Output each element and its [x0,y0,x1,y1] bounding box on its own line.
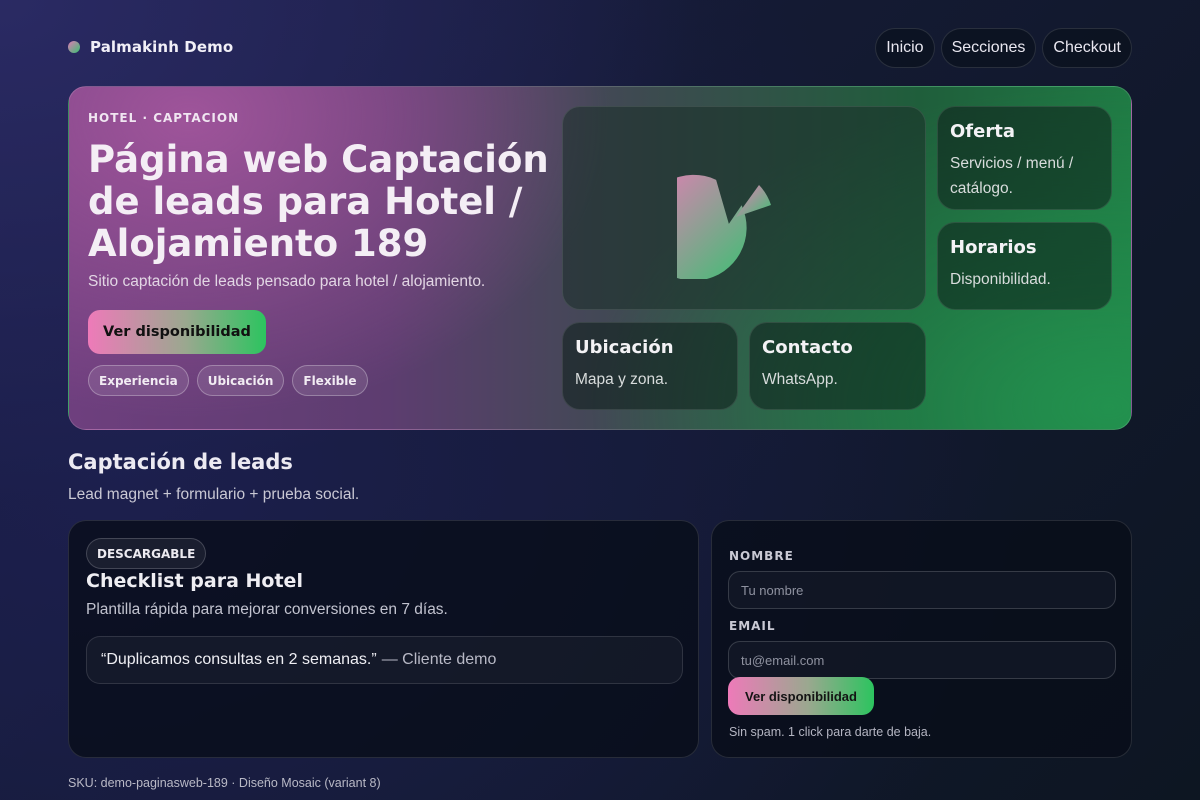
testimonial-quote: “Duplicamos consultas en 2 semanas.” — C… [86,636,683,684]
hero-subtitle: Sitio captación de leads pensado para ho… [88,273,486,290]
pie-logo-icon [677,174,771,279]
hero-media-tile [562,106,926,310]
quote-author: — Cliente demo [381,651,497,668]
hero-cta-button[interactable]: Ver disponibilidad [88,310,266,354]
tag-ubicacion: Ubicación [196,365,285,396]
nav-checkout[interactable]: Checkout [1042,28,1132,68]
lead-magnet-card: DESCARGABLE Checklist para Hotel Plantil… [68,520,699,758]
form-submit-button[interactable]: Ver disponibilidad [728,677,874,715]
tile-ubicacion-text: Mapa y zona. [575,371,669,388]
brand-name: Palmakinh Demo [90,38,234,56]
tag-experiencia: Experiencia [88,365,189,396]
downloadable-badge: DESCARGABLE [86,538,207,569]
tile-contacto-text: WhatsApp. [762,371,838,388]
hero-tags: Experiencia Ubicación Flexible [88,365,368,396]
nav-inicio[interactable]: Inicio [875,28,935,68]
email-input[interactable] [728,641,1116,679]
brand-logo-dot [68,41,80,53]
tile-contacto[interactable]: Contacto WhatsApp. [749,322,926,410]
form-fineprint: Sin spam. 1 click para darte de baja. [729,725,932,739]
name-label: NOMBRE [729,549,794,563]
email-label: EMAIL [729,619,776,633]
hero-title: Página web Captación de leads para Hotel… [88,138,549,265]
tile-ubicacion[interactable]: Ubicación Mapa y zona. [562,322,738,410]
top-nav: Inicio Secciones Checkout [875,28,1132,68]
tag-flexible: Flexible [292,365,368,396]
tile-oferta-text: Servicios / menú / catálogo. [950,155,1074,197]
tile-ubicacion-title: Ubicación [575,337,674,358]
footer-sku: SKU: demo-paginasweb-189 · Diseño Mosaic… [68,776,381,790]
tile-contacto-title: Contacto [762,337,853,358]
name-input[interactable] [728,571,1116,609]
section-title: Captación de leads [68,450,293,474]
section-subtitle: Lead magnet + formulario + prueba social… [68,486,360,503]
tile-horarios-title: Horarios [950,237,1037,258]
brand[interactable]: Palmakinh Demo [68,38,233,56]
hero-eyebrow: HOTEL · CAPTACION [88,111,240,125]
lead-magnet-title: Checklist para Hotel [86,570,303,592]
tile-oferta-title: Oferta [950,121,1015,142]
nav-secciones[interactable]: Secciones [940,28,1037,68]
hero-panel: HOTEL · CAPTACION Página web Captación d… [68,86,1132,430]
tile-horarios-text: Disponibilidad. [950,271,1051,288]
tile-horarios[interactable]: Horarios Disponibilidad. [937,222,1112,310]
quote-text: “Duplicamos consultas en 2 semanas.” [101,651,377,668]
lead-magnet-subtitle: Plantilla rápida para mejorar conversion… [86,601,448,618]
tile-oferta[interactable]: Oferta Servicios / menú / catálogo. [937,106,1112,210]
lead-form: NOMBRE EMAIL Ver disponibilidad Sin spam… [711,520,1132,758]
